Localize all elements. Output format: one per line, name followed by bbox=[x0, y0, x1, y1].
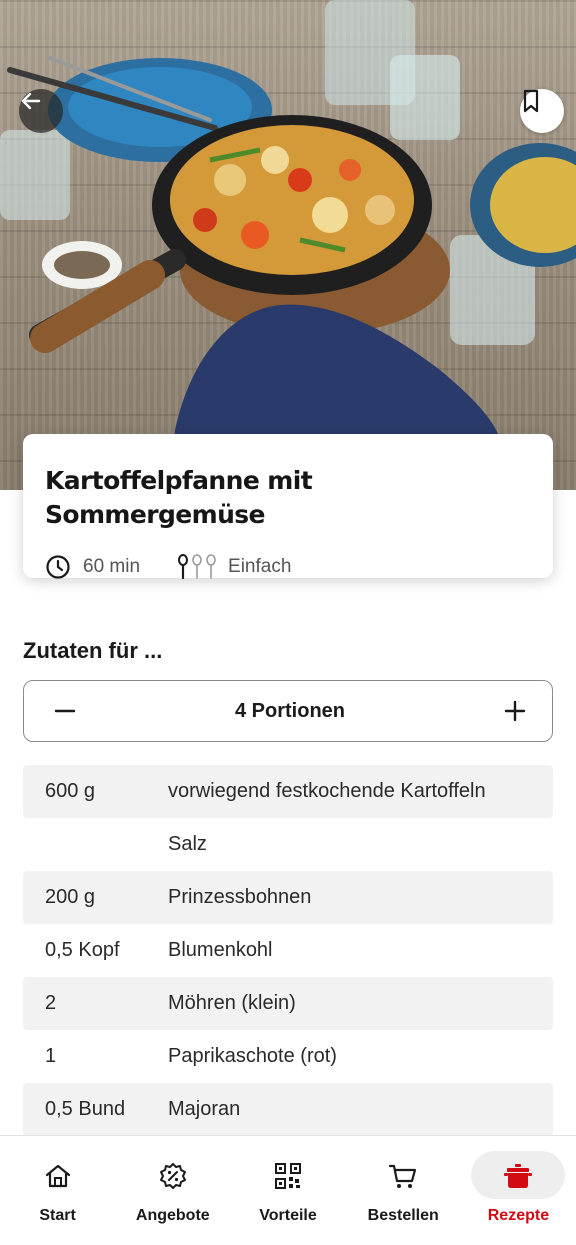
arrow-left-icon bbox=[21, 92, 41, 110]
nav-label-start: Start bbox=[39, 1207, 76, 1224]
nav-item-rezepte[interactable]: Rezepte bbox=[461, 1136, 576, 1245]
nav-item-start[interactable]: Start bbox=[0, 1136, 115, 1245]
minus-icon bbox=[54, 709, 76, 713]
ingredient-quantity: 0,5 Bund bbox=[45, 1098, 126, 1120]
difficulty-spoon-3 bbox=[206, 554, 216, 579]
ingredient-quantity: 200 g bbox=[45, 886, 96, 908]
home-icon bbox=[45, 1164, 70, 1188]
difficulty-spoon-2 bbox=[192, 554, 202, 579]
ingredient-row: 600 g vorwiegend festkochende Kartoffeln bbox=[23, 765, 553, 818]
ingredient-name: Salz bbox=[168, 833, 207, 855]
hero-photo-illustration bbox=[0, 0, 576, 490]
ingredient-name: Paprikaschote (rot) bbox=[168, 1045, 337, 1067]
ingredient-quantity: 2 bbox=[45, 992, 57, 1014]
qr-code-icon bbox=[275, 1163, 301, 1189]
difficulty-spoons-icon bbox=[178, 554, 216, 580]
difficulty-text: Einfach bbox=[228, 556, 292, 577]
nav-label-bestellen: Bestellen bbox=[367, 1207, 439, 1224]
ingredient-row: 0,5 Bund Majoran bbox=[23, 1083, 553, 1136]
ingredient-row: 2 Möhren (klein) bbox=[23, 977, 553, 1030]
recipe-hero-image bbox=[0, 0, 576, 490]
ingredient-row: 200 g Prinzessbohnen bbox=[23, 871, 553, 924]
portions-label: 4 Portionen bbox=[234, 699, 345, 722]
nav-label-vorteile: Vorteile bbox=[259, 1207, 317, 1224]
discount-badge-icon bbox=[159, 1163, 186, 1189]
plus-icon bbox=[504, 700, 526, 722]
ingredients-heading: Zutaten für ... bbox=[23, 638, 163, 663]
duration-text: 60 min bbox=[83, 556, 141, 577]
recipe-title: Kartoffelpfanne mit Sommergemüse bbox=[45, 466, 313, 529]
duration-info: 60 min bbox=[45, 554, 140, 580]
difficulty-info: Einfach bbox=[178, 554, 291, 580]
ingredient-row: Salz bbox=[23, 818, 553, 871]
ingredient-name: Majoran bbox=[168, 1098, 241, 1120]
ingredient-name: Möhren (klein) bbox=[168, 992, 296, 1014]
ingredient-row: 1 Paprikaschote (rot) bbox=[23, 1030, 553, 1083]
nav-label-rezepte: Rezepte bbox=[487, 1207, 550, 1224]
nav-item-angebote[interactable]: Angebote bbox=[115, 1136, 230, 1245]
increase-portions-button[interactable] bbox=[500, 696, 530, 726]
clock-icon bbox=[46, 555, 70, 579]
ingredient-list: 600 g vorwiegend festkochende Kartoffeln… bbox=[23, 765, 553, 1136]
ingredient-name: vorwiegend festkochende Kartoffeln bbox=[168, 780, 486, 802]
ingredient-quantity: 1 bbox=[45, 1045, 57, 1067]
back-button[interactable] bbox=[19, 89, 63, 133]
ingredient-row: 0,5 Kopf Blumenkohl bbox=[23, 924, 553, 977]
recipe-meta: 60 min Einfach bbox=[45, 554, 531, 580]
nav-label-angebote: Angebote bbox=[135, 1207, 210, 1224]
difficulty-spoon-1 bbox=[178, 554, 189, 580]
nav-item-vorteile[interactable]: Vorteile bbox=[230, 1136, 345, 1245]
cooking-pot-icon bbox=[504, 1164, 533, 1188]
shopping-cart-icon bbox=[389, 1164, 417, 1188]
bookmark-icon bbox=[523, 89, 539, 113]
recipe-title-card: Kartoffelpfanne mit Sommergemüse 60 min bbox=[23, 434, 553, 580]
ingredient-name: Prinzessbohnen bbox=[168, 886, 312, 908]
ingredient-quantity: 600 g bbox=[45, 780, 96, 802]
bottom-navigation: Start Angebote Vorteile Bestellen Rezept… bbox=[0, 1135, 576, 1245]
ingredient-name: Blumenkohl bbox=[168, 939, 273, 961]
decrease-portions-button[interactable] bbox=[50, 696, 80, 726]
bookmark-button[interactable] bbox=[520, 89, 564, 133]
portion-stepper: 4 Portionen bbox=[23, 680, 553, 742]
nav-item-bestellen[interactable]: Bestellen bbox=[346, 1136, 461, 1245]
ingredient-quantity: 0,5 Kopf bbox=[45, 939, 120, 961]
